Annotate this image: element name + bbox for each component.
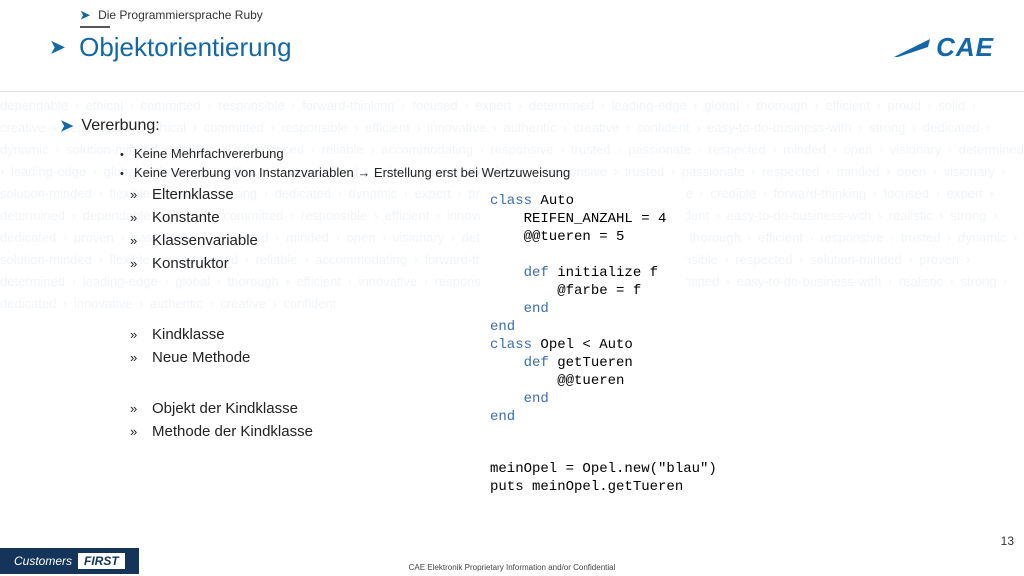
arrow-icon: ➤ (60, 116, 73, 136)
breadcrumb: ➤ Die Programmiersprache Ruby (80, 8, 994, 22)
code-block-class: class Auto REIFEN_ANZAHL = 4 @@tueren = … (480, 186, 686, 432)
bullet-list: •Keine Mehrfachvererbung •Keine Vererbun… (120, 146, 974, 180)
list-item: •Keine Vererbung von Instanzvariablen → … (120, 165, 974, 180)
swoosh-icon (892, 37, 932, 59)
code-block-usage: meinOpel = Opel.new("blau") puts meinOpe… (480, 456, 731, 500)
first-label: FIRST (78, 553, 125, 569)
logo-text: CAE (936, 32, 994, 63)
section-heading-text: Vererbung: (81, 117, 159, 135)
brand-logo: CAE (892, 32, 994, 63)
list-item: •Keine Mehrfachvererbung (120, 146, 974, 161)
divider (80, 26, 110, 28)
arrow-icon: ➤ (50, 37, 65, 58)
arrow-icon: ➤ (80, 8, 90, 22)
customers-first-badge: Customers FIRST (0, 548, 139, 574)
slide-footer: Customers FIRST CAE Elektronik Proprieta… (0, 546, 1024, 576)
page-title: Objektorientierung (79, 32, 291, 63)
slide-header: ➤ Die Programmiersprache Ruby ➤ Objektor… (0, 0, 1024, 92)
section-heading: ➤ Vererbung: (60, 116, 974, 136)
confidential-text: CAE Elektronik Proprietary Information a… (409, 563, 616, 572)
breadcrumb-text: Die Programmiersprache Ruby (98, 8, 263, 22)
customers-label: Customers (14, 554, 72, 568)
